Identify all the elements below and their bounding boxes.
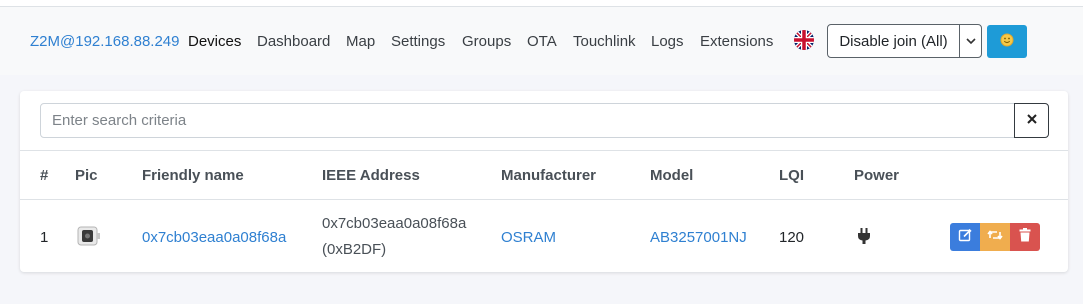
nav-dashboard[interactable]: Dashboard: [257, 33, 330, 50]
edit-icon: [958, 228, 972, 246]
brand-link[interactable]: Z2M@192.168.88.249: [30, 33, 180, 50]
remove-button[interactable]: [1010, 223, 1040, 251]
ieee-address: 0x7cb03eaa0a08f68a: [322, 215, 467, 232]
navbar: Z2M@192.168.88.249 Devices Dashboard Map…: [0, 7, 1083, 75]
chevron-down-icon[interactable]: [960, 25, 981, 57]
uk-flag-icon[interactable]: [794, 30, 814, 50]
clear-search-button[interactable]: [1014, 103, 1049, 138]
search-input[interactable]: [40, 103, 1015, 138]
edit-button[interactable]: [950, 223, 980, 251]
column-header-pic[interactable]: Pic: [75, 167, 98, 184]
trash-icon: [1019, 228, 1031, 246]
column-header-lqi[interactable]: LQI: [779, 167, 804, 184]
model-link[interactable]: AB3257001NJ: [650, 229, 747, 246]
nav-map[interactable]: Map: [346, 33, 375, 50]
nav-touchlink[interactable]: Touchlink: [573, 33, 636, 50]
nav-groups[interactable]: Groups: [462, 33, 511, 50]
column-header-model[interactable]: Model: [650, 167, 693, 184]
reconfigure-button[interactable]: [980, 223, 1010, 251]
column-header-manufacturer[interactable]: Manufacturer: [501, 167, 596, 184]
smiley-icon: [1000, 33, 1014, 51]
devices-card: # Pic Friendly name IEEE Address Manufac…: [20, 91, 1068, 272]
lqi-value: 120: [779, 229, 805, 246]
row-index: 1: [40, 229, 49, 246]
nav-logs[interactable]: Logs: [651, 33, 684, 50]
column-header-power[interactable]: Power: [854, 167, 899, 184]
plug-icon: [857, 227, 871, 249]
join-select[interactable]: Disable join (All): [827, 24, 982, 58]
nav-devices[interactable]: Devices: [188, 33, 241, 50]
nav-extensions[interactable]: Extensions: [700, 33, 773, 50]
friendly-name-link[interactable]: 0x7cb03eaa0a08f68a: [142, 229, 286, 246]
divider: [20, 199, 1068, 200]
column-header-ieee-address[interactable]: IEEE Address: [322, 167, 420, 184]
nav-settings[interactable]: Settings: [391, 33, 445, 50]
smart-plug-image[interactable]: [76, 224, 102, 252]
column-header-friendly-name[interactable]: Friendly name: [142, 167, 244, 184]
theme-button[interactable]: [987, 25, 1027, 58]
close-icon: [1026, 112, 1038, 129]
nav-ota[interactable]: OTA: [527, 33, 557, 50]
manufacturer-link[interactable]: OSRAM: [501, 229, 556, 246]
join-button-label[interactable]: Disable join (All): [828, 25, 960, 57]
network-address: (0xB2DF): [322, 241, 387, 258]
column-header-index[interactable]: #: [40, 167, 48, 184]
top-border: [0, 0, 1083, 7]
retweet-icon: [987, 228, 1003, 246]
divider: [20, 150, 1068, 151]
